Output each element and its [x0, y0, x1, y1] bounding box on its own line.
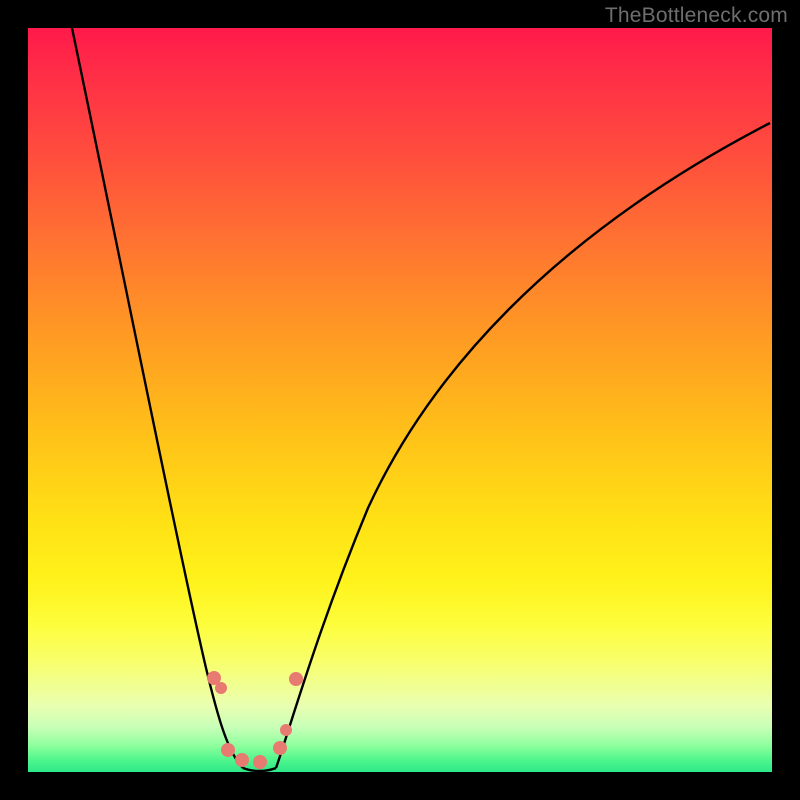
marker-dot — [221, 743, 235, 757]
marker-dot — [273, 741, 287, 755]
watermark-text: TheBottleneck.com — [605, 4, 788, 28]
marker-dot — [253, 755, 267, 769]
marker-dot — [289, 672, 303, 686]
curve-left — [72, 28, 243, 768]
marker-dot — [235, 753, 249, 767]
marker-group — [207, 671, 303, 769]
bottleneck-curve — [28, 28, 772, 772]
chart-frame — [28, 28, 772, 772]
marker-dot — [280, 724, 292, 736]
marker-dot — [215, 682, 227, 694]
curve-right — [276, 123, 770, 768]
